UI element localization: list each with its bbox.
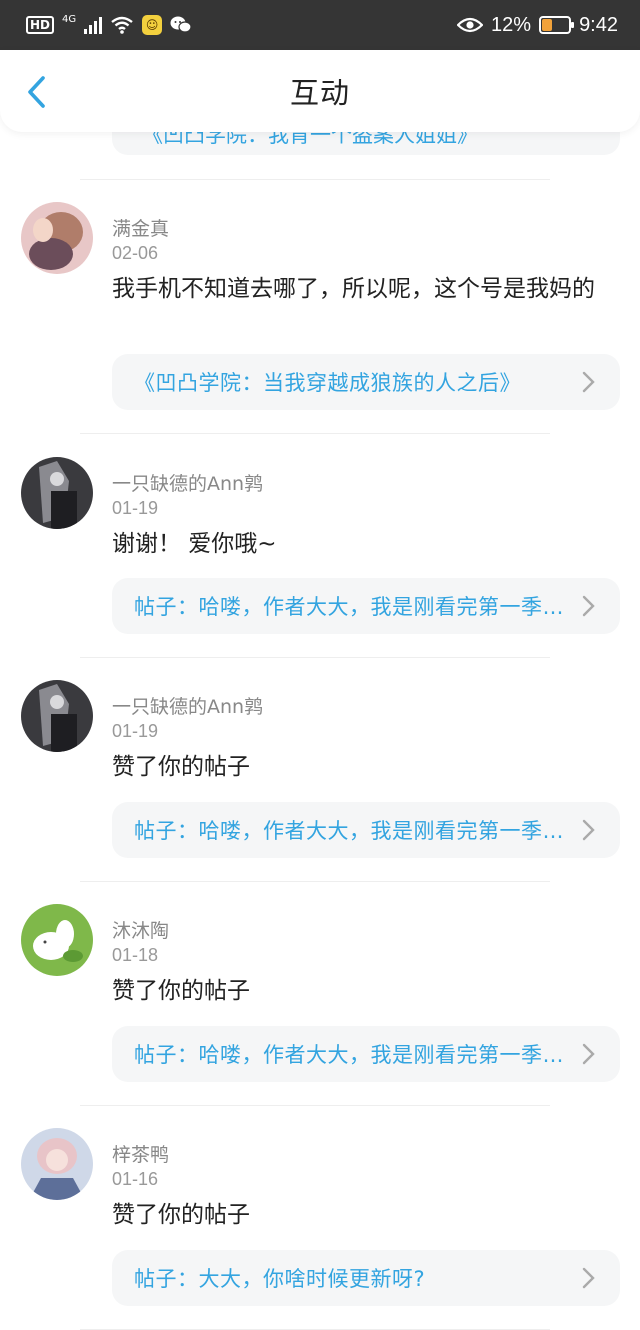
battery-percent: 12%	[491, 13, 532, 36]
post-link-text: 帖子：哈喽，作者大大，我是刚看完第一季的读者	[134, 595, 580, 619]
divider	[80, 881, 550, 882]
status-bar: HD 4G ☺ 12% 9:42	[0, 0, 640, 50]
divider	[80, 1105, 550, 1106]
post-date: 01-18	[112, 945, 159, 965]
back-button[interactable]	[18, 72, 54, 112]
post-link-text: 《凹凸学院：当我穿越成狼族的人之后》	[134, 371, 521, 395]
battery-level-fill	[542, 19, 553, 31]
app-notification-icon: ☺	[142, 15, 163, 35]
post-link-card[interactable]: 帖子：哈喽，作者大大，我是刚看完第一季的读者	[112, 578, 620, 634]
message-text: 赞了你的帖子	[112, 754, 250, 780]
avatar[interactable]	[21, 457, 93, 529]
post-link-card[interactable]: 帖子：哈喽，作者大大，我是刚看完第一季的读者	[112, 1026, 620, 1082]
chevron-right-icon	[582, 371, 595, 393]
eye-icon	[457, 17, 484, 33]
divider	[80, 657, 550, 658]
wifi-icon	[111, 16, 133, 34]
user-name[interactable]: 沐沐陶	[112, 916, 169, 943]
header: 互动	[0, 50, 640, 132]
avatar[interactable]	[21, 680, 93, 752]
clock: 9:42	[579, 13, 618, 36]
post-date: 02-06	[112, 243, 159, 263]
chevron-right-icon	[582, 595, 595, 617]
post-link-card[interactable]: 《凹凸学院：当我穿越成狼族的人之后》	[112, 354, 620, 410]
divider	[80, 433, 550, 434]
post-link-card[interactable]: 帖子：哈喽，作者大大，我是刚看完第一季的读者	[112, 802, 620, 858]
avatar[interactable]	[21, 1128, 93, 1200]
message-text: 赞了你的帖子	[112, 978, 250, 1004]
chevron-right-icon	[582, 1267, 595, 1289]
user-name[interactable]: 一只缺德的Ann鹑	[112, 692, 263, 719]
user-name[interactable]: 梓茶鸭	[112, 1140, 169, 1167]
signal-icon	[84, 16, 103, 34]
hd-icon: HD	[26, 16, 55, 34]
avatar[interactable]	[21, 904, 93, 976]
partial-post-link[interactable]: 《凹凸学院：我肯一个盗案人姐姐》	[112, 132, 620, 155]
message-text: 赞了你的帖子	[112, 1202, 250, 1228]
chevron-right-icon	[582, 819, 595, 841]
chevron-right-icon	[582, 1043, 595, 1065]
divider	[80, 179, 550, 180]
message-text: 谢谢！ 爱你哦~	[112, 531, 277, 557]
avatar[interactable]	[21, 202, 93, 274]
post-date: 01-16	[112, 1169, 159, 1189]
post-date: 01-19	[112, 498, 159, 518]
user-name[interactable]: 一只缺德的Ann鹑	[112, 469, 263, 496]
interaction-list[interactable]: 《凹凸学院：我肯一个盗案人姐姐》 满金真 02-06 我手机不知道去哪了，所以呢…	[0, 132, 640, 1330]
post-link-text: 帖子：哈喽，作者大大，我是刚看完第一季的读者	[134, 819, 580, 843]
chevron-left-icon	[28, 76, 45, 108]
page-title: 互动	[289, 76, 350, 110]
partial-post-link-text: 《凹凸学院：我肯一个盗案人姐姐》	[142, 132, 478, 147]
battery-icon	[539, 16, 575, 34]
post-link-card[interactable]: 帖子：大大，你啥时候更新呀?	[112, 1250, 620, 1306]
wechat-icon	[170, 16, 192, 33]
network-type-label: 4G	[62, 13, 77, 25]
message-text: 我手机不知道去哪了，所以呢，这个号是我妈的	[112, 276, 595, 302]
post-link-text: 帖子：哈喽，作者大大，我是刚看完第一季的读者	[134, 1043, 580, 1067]
user-name[interactable]: 满金真	[112, 214, 169, 241]
post-date: 01-19	[112, 721, 159, 741]
post-link-text: 帖子：大大，你啥时候更新呀?	[134, 1267, 426, 1291]
